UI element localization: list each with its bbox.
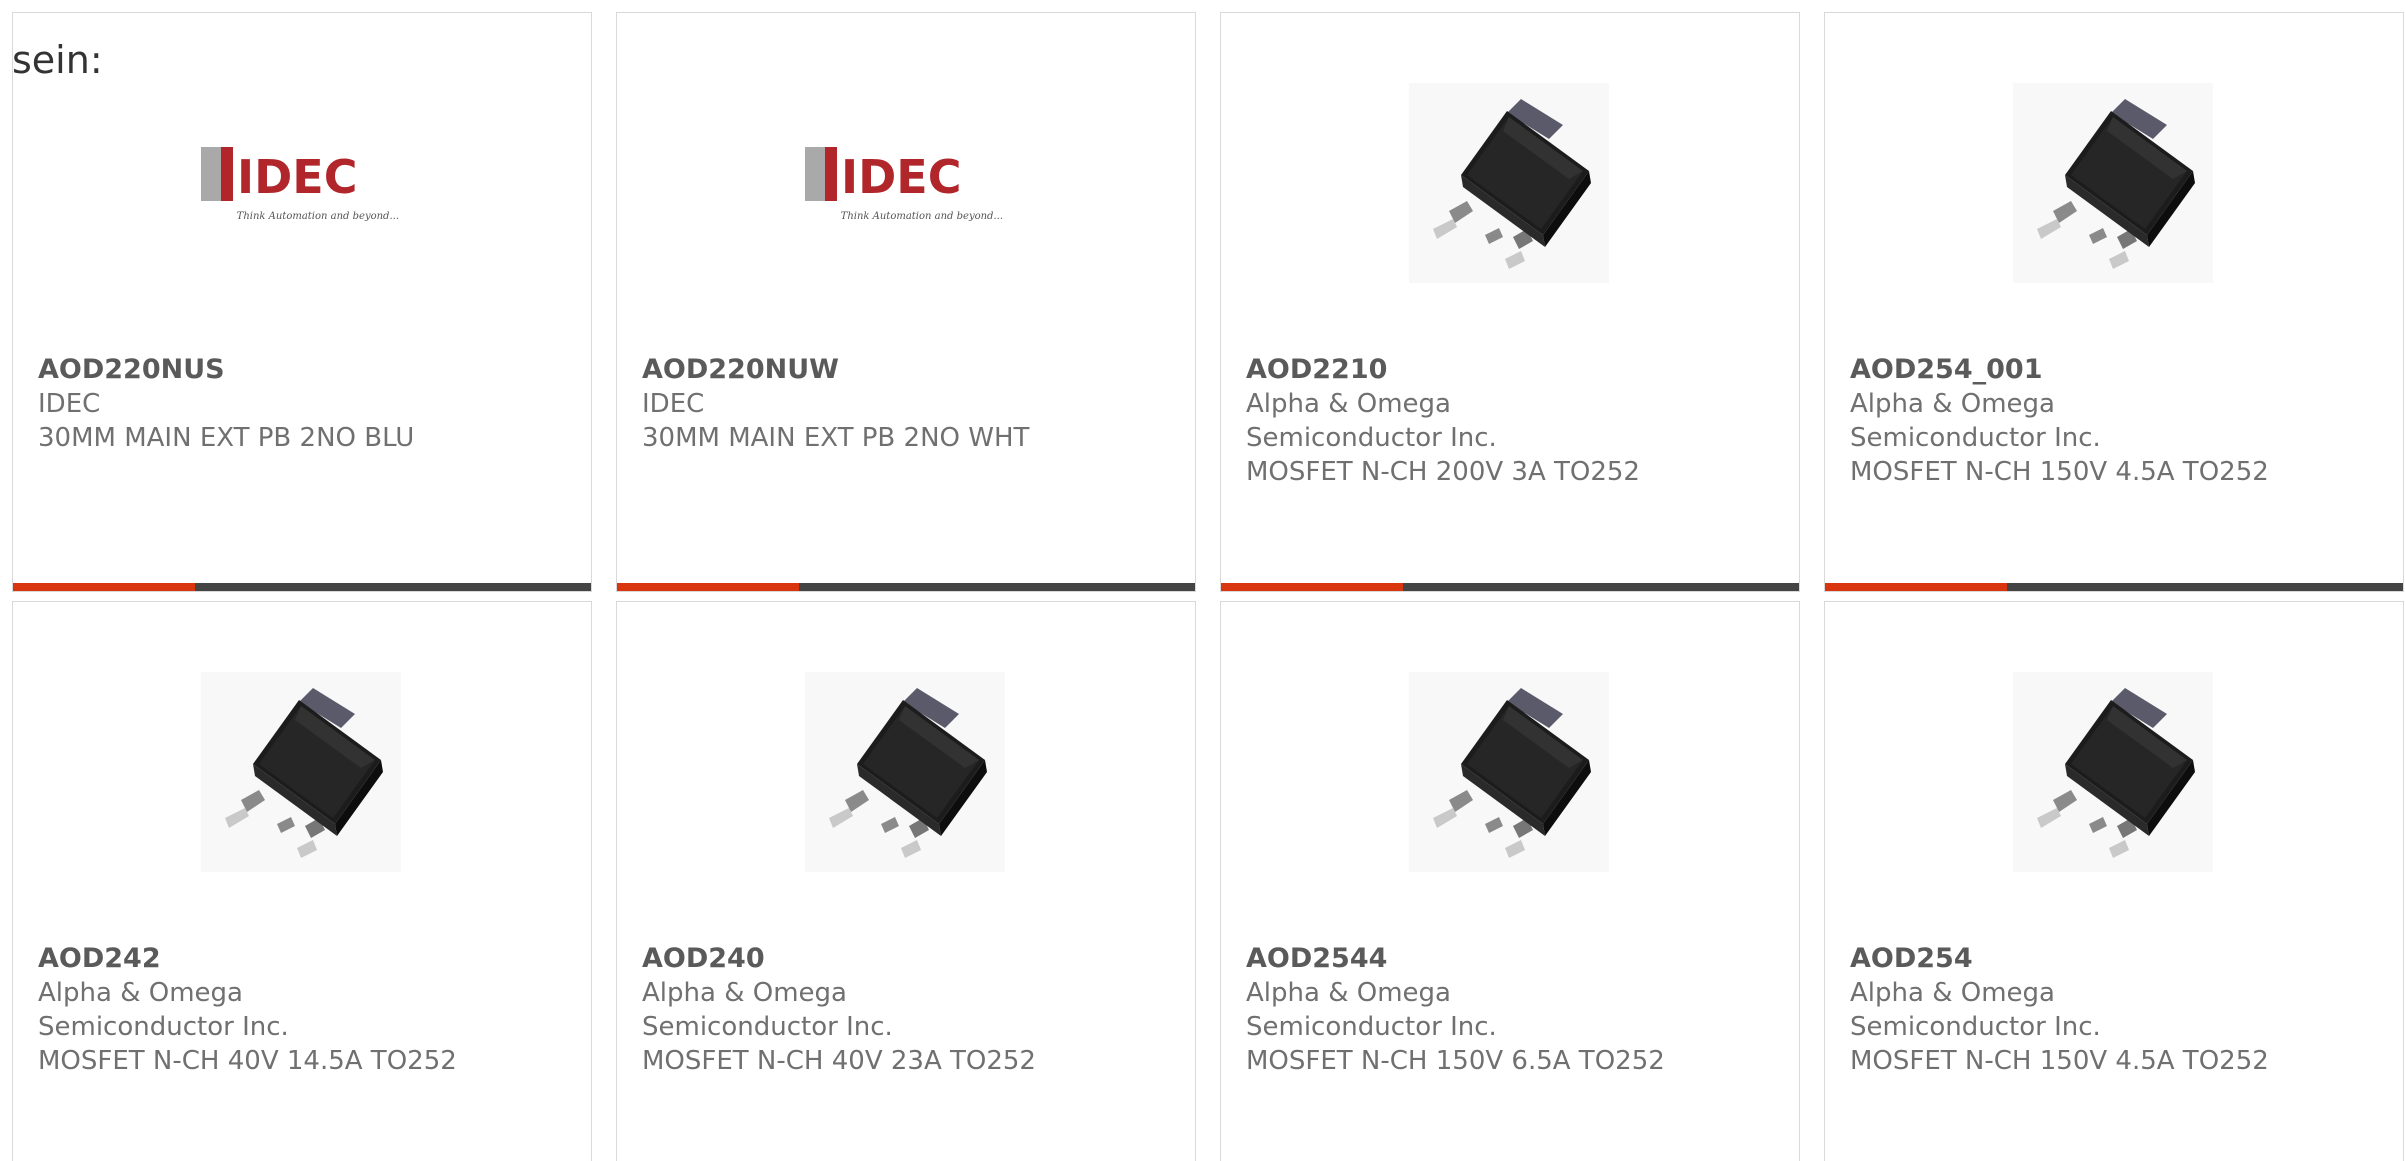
product-card[interactable]: IDEC Think Automation and beyond... AOD220…	[12, 12, 592, 592]
product-info: AOD2210 Alpha & Omega Semiconductor Inc. M…	[1246, 353, 1786, 489]
product-card[interactable]: AOD2544 Alpha & Omega Semiconductor Inc. M…	[1220, 601, 1800, 1161]
product-card[interactable]: IDEC Think Automation and beyond... AOD220…	[616, 12, 1196, 592]
description: 30MM MAIN EXT PB 2NO WHT	[642, 423, 1030, 453]
product-card[interactable]: AOD2210 Alpha & Omega Semiconductor Inc. M…	[1220, 12, 1800, 592]
manufacturer: Alpha & Omega Semiconductor Inc.	[1246, 978, 1497, 1042]
product-card[interactable]: AOD242 Alpha & Omega Semiconductor Inc. MO…	[12, 601, 592, 1161]
card-progress-accent	[1221, 583, 1403, 591]
manufacturer: Alpha & Omega Semiconductor Inc.	[642, 978, 893, 1042]
part-number[interactable]: AOD2210	[1246, 353, 1786, 387]
product-info: AOD2544 Alpha & Omega Semiconductor Inc. M…	[1246, 942, 1786, 1078]
card-progress-bar	[617, 583, 1195, 591]
svg-text:IDEC: IDEC	[237, 150, 357, 204]
part-number[interactable]: AOD242	[38, 942, 578, 976]
to252-package-icon[interactable]	[1409, 83, 1609, 283]
part-number[interactable]: AOD254_001	[1850, 353, 2390, 387]
product-card[interactable]: AOD254 Alpha & Omega Semiconductor Inc. MO…	[1824, 601, 2404, 1161]
product-info: AOD254_001 Alpha & Omega Semiconductor In…	[1850, 353, 2390, 489]
manufacturer: Alpha & Omega Semiconductor Inc.	[1850, 389, 2101, 453]
manufacturer: Alpha & Omega Semiconductor Inc.	[1246, 389, 1497, 453]
svg-text:Think Automation and beyond...: Think Automation and beyond...	[237, 211, 399, 222]
card-progress-accent	[617, 583, 799, 591]
description: MOSFET N-CH 200V 3A TO252	[1246, 457, 1640, 487]
part-number[interactable]: AOD220NUS	[38, 353, 578, 387]
part-number[interactable]: AOD240	[642, 942, 1182, 976]
product-card[interactable]: AOD240 Alpha & Omega Semiconductor Inc. MO…	[616, 601, 1196, 1161]
to252-package-icon[interactable]	[805, 672, 1005, 872]
to252-package-icon[interactable]	[201, 672, 401, 872]
part-number[interactable]: AOD254	[1850, 942, 2390, 976]
manufacturer: IDEC	[642, 389, 705, 419]
product-grid: IDEC Think Automation and beyond... AOD220…	[12, 12, 2404, 1161]
intro-text: sein:	[12, 38, 103, 82]
to252-package-icon[interactable]	[1409, 672, 1609, 872]
page: sein: IDEC Think Automation and beyond...…	[0, 0, 2405, 1161]
svg-text:IDEC: IDEC	[841, 150, 961, 204]
manufacturer: Alpha & Omega Semiconductor Inc.	[1850, 978, 2101, 1042]
product-info: AOD240 Alpha & Omega Semiconductor Inc. MO…	[642, 942, 1182, 1078]
idec-logo[interactable]: IDEC Think Automation and beyond...	[805, 83, 1005, 283]
card-progress-accent	[13, 583, 195, 591]
product-info: AOD220NUW IDEC 30MM MAIN EXT PB 2NO WHT	[642, 353, 1182, 455]
product-info: AOD254 Alpha & Omega Semiconductor Inc. MO…	[1850, 942, 2390, 1078]
card-progress-accent	[1825, 583, 2007, 591]
description: MOSFET N-CH 40V 23A TO252	[642, 1046, 1036, 1076]
card-progress-bar	[13, 583, 591, 591]
card-progress-bar	[1825, 583, 2403, 591]
description: MOSFET N-CH 150V 4.5A TO252	[1850, 457, 2269, 487]
description: MOSFET N-CH 150V 6.5A TO252	[1246, 1046, 1665, 1076]
to252-package-icon[interactable]	[2013, 83, 2213, 283]
idec-logo[interactable]: IDEC Think Automation and beyond...	[201, 83, 401, 283]
part-number[interactable]: AOD220NUW	[642, 353, 1182, 387]
part-number[interactable]: AOD2544	[1246, 942, 1786, 976]
description: MOSFET N-CH 150V 4.5A TO252	[1850, 1046, 2269, 1076]
to252-package-icon[interactable]	[2013, 672, 2213, 872]
card-progress-bar	[1221, 583, 1799, 591]
product-info: AOD220NUS IDEC 30MM MAIN EXT PB 2NO BLU	[38, 353, 578, 455]
product-info: AOD242 Alpha & Omega Semiconductor Inc. MO…	[38, 942, 578, 1078]
product-card[interactable]: AOD254_001 Alpha & Omega Semiconductor In…	[1824, 12, 2404, 592]
manufacturer: Alpha & Omega Semiconductor Inc.	[38, 978, 289, 1042]
description: 30MM MAIN EXT PB 2NO BLU	[38, 423, 415, 453]
description: MOSFET N-CH 40V 14.5A TO252	[38, 1046, 457, 1076]
svg-text:Think Automation and beyond...: Think Automation and beyond...	[841, 211, 1003, 222]
manufacturer: IDEC	[38, 389, 101, 419]
